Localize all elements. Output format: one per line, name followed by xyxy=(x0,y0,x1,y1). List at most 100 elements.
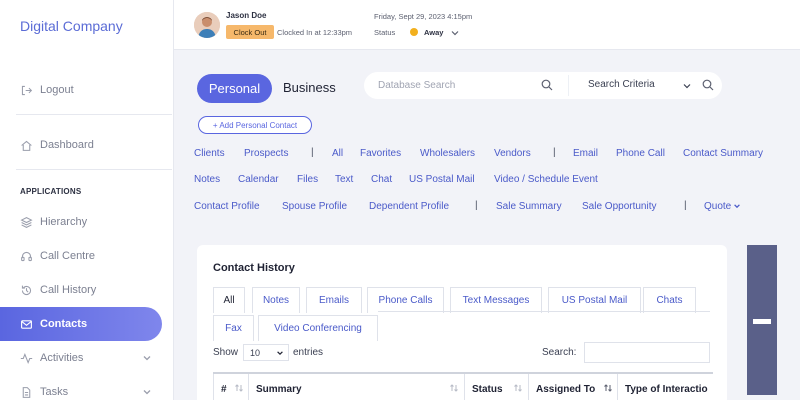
ad-button[interactable] xyxy=(753,319,771,324)
column-header-type-of-interaction[interactable]: Type of Interactio xyxy=(617,374,713,400)
search-icon[interactable] xyxy=(541,79,553,91)
clock-out-button[interactable]: Clock Out xyxy=(226,25,274,39)
sidebar-item-call-centre[interactable]: Call Centre xyxy=(0,239,162,273)
sidebar-item-logout[interactable]: Logout xyxy=(0,73,162,107)
chevron-down-icon[interactable] xyxy=(142,387,152,397)
sidebar-item-contacts[interactable]: Contacts xyxy=(0,307,162,341)
link-email[interactable]: Email xyxy=(573,148,598,159)
link-sale-opportunity[interactable]: Sale Opportunity xyxy=(582,201,657,212)
sidebar-divider xyxy=(16,169,172,170)
chevron-down-icon[interactable] xyxy=(142,353,152,363)
table-search-input[interactable] xyxy=(584,342,710,363)
sidebar-item-label: Contacts xyxy=(40,318,88,330)
table-header: # Summary Status Assigned To Type of Int… xyxy=(213,372,713,400)
current-datetime: Friday, Sept 29, 2023 4:15pm xyxy=(374,12,473,21)
link-text[interactable]: Text xyxy=(335,174,353,185)
sidebar-item-label: Tasks xyxy=(40,386,69,398)
tab-text-messages[interactable]: Text Messages xyxy=(450,287,542,313)
column-header-status[interactable]: Status xyxy=(464,374,528,400)
tab-personal[interactable]: Personal xyxy=(197,74,272,103)
link-files[interactable]: Files xyxy=(297,174,318,185)
link-sale-summary[interactable]: Sale Summary xyxy=(496,201,562,212)
avatar[interactable] xyxy=(194,12,220,38)
column-header-label: Type of Interactio xyxy=(625,383,708,395)
column-header-assigned-to[interactable]: Assigned To xyxy=(528,374,617,400)
entries-select[interactable]: 10 xyxy=(243,344,289,361)
link-quote[interactable]: Quote xyxy=(704,201,741,212)
link-separator: | xyxy=(475,200,478,211)
link-spouse-profile[interactable]: Spouse Profile xyxy=(282,201,347,212)
tab-notes[interactable]: Notes xyxy=(252,287,300,313)
sidebar-item-activities[interactable]: Activities xyxy=(0,341,162,375)
sort-icon xyxy=(514,384,522,392)
brand-name: Digital Company xyxy=(20,18,123,34)
tab-emails[interactable]: Emails xyxy=(306,287,362,313)
chevron-down-icon[interactable] xyxy=(450,28,460,38)
sort-icon xyxy=(604,384,612,392)
add-personal-contact-button[interactable]: + Add Personal Contact xyxy=(198,116,312,134)
status-label: Status xyxy=(374,28,396,37)
sidebar-item-tasks[interactable]: Tasks xyxy=(0,375,162,400)
tab-fax[interactable]: Fax xyxy=(213,315,254,341)
chevron-down-icon xyxy=(734,204,741,209)
sidebar-section-title: APPLICATIONS xyxy=(20,187,82,196)
sidebar-item-label: Dashboard xyxy=(40,139,94,151)
chevron-down-icon[interactable] xyxy=(682,81,692,91)
column-header-number[interactable]: # xyxy=(213,374,248,400)
sidebar-item-label: Call Centre xyxy=(40,250,96,262)
search-criteria-select[interactable]: Search Criteria xyxy=(588,79,655,90)
database-search-bar: Search Criteria xyxy=(364,72,722,99)
tabs-baseline xyxy=(378,311,710,312)
link-notes[interactable]: Notes xyxy=(194,174,220,185)
link-video-schedule-event[interactable]: Video / Schedule Event xyxy=(494,174,598,185)
tab-video-conferencing[interactable]: Video Conferencing xyxy=(258,315,378,341)
link-separator: | xyxy=(553,147,556,158)
sidebar-item-label: Logout xyxy=(40,84,74,96)
history-icon xyxy=(20,284,33,297)
show-label: Show xyxy=(213,347,239,358)
side-banner-ad[interactable] xyxy=(747,245,777,395)
link-separator: | xyxy=(311,147,314,158)
search-icon[interactable] xyxy=(702,79,714,91)
user-name: Jason Doe xyxy=(226,11,267,20)
link-dependent-profile[interactable]: Dependent Profile xyxy=(369,201,449,212)
column-header-label: Summary xyxy=(256,383,302,395)
link-us-postal-mail[interactable]: US Postal Mail xyxy=(409,174,475,185)
link-all[interactable]: All xyxy=(332,148,343,159)
mail-icon xyxy=(20,318,33,331)
tab-chats[interactable]: Chats xyxy=(643,287,696,313)
sidebar-item-hierarchy[interactable]: Hierarchy xyxy=(0,205,162,239)
layers-icon xyxy=(20,216,33,229)
link-favorites[interactable]: Favorites xyxy=(360,148,401,159)
sidebar-item-dashboard[interactable]: Dashboard xyxy=(0,128,162,162)
link-separator: | xyxy=(684,200,687,211)
link-wholesalers[interactable]: Wholesalers xyxy=(420,148,475,159)
tab-phone-calls[interactable]: Phone Calls xyxy=(367,287,444,313)
sidebar-divider xyxy=(16,114,172,115)
link-prospects[interactable]: Prospects xyxy=(244,148,288,159)
tab-business[interactable]: Business xyxy=(283,80,336,95)
status-value[interactable]: Away xyxy=(424,28,443,37)
tab-us-postal-mail[interactable]: US Postal Mail xyxy=(548,287,641,313)
link-chat[interactable]: Chat xyxy=(371,174,392,185)
tab-all[interactable]: All xyxy=(213,287,245,313)
card-title: Contact History xyxy=(213,262,295,274)
sidebar-item-call-history[interactable]: Call History xyxy=(0,273,162,307)
document-icon xyxy=(20,386,33,399)
sidebar: Digital Company Logout Dashboard APPLICA… xyxy=(0,0,174,400)
column-header-label: Status xyxy=(472,383,503,395)
top-bar: Jason Doe Clock Out Clocked In at 12:33p… xyxy=(174,0,800,50)
status-dot xyxy=(410,28,418,36)
link-vendors[interactable]: Vendors xyxy=(494,148,531,159)
column-header-summary[interactable]: Summary xyxy=(248,374,464,400)
column-header-label: # xyxy=(221,383,227,395)
link-phone-call[interactable]: Phone Call xyxy=(616,148,665,159)
headset-icon xyxy=(20,250,33,263)
column-header-label: Assigned To xyxy=(536,383,596,395)
link-contact-summary[interactable]: Contact Summary xyxy=(683,148,763,159)
database-search-input[interactable] xyxy=(378,78,538,93)
link-contact-profile[interactable]: Contact Profile xyxy=(194,201,260,212)
sort-icon xyxy=(235,384,243,392)
link-calendar[interactable]: Calendar xyxy=(238,174,279,185)
link-clients[interactable]: Clients xyxy=(194,148,225,159)
